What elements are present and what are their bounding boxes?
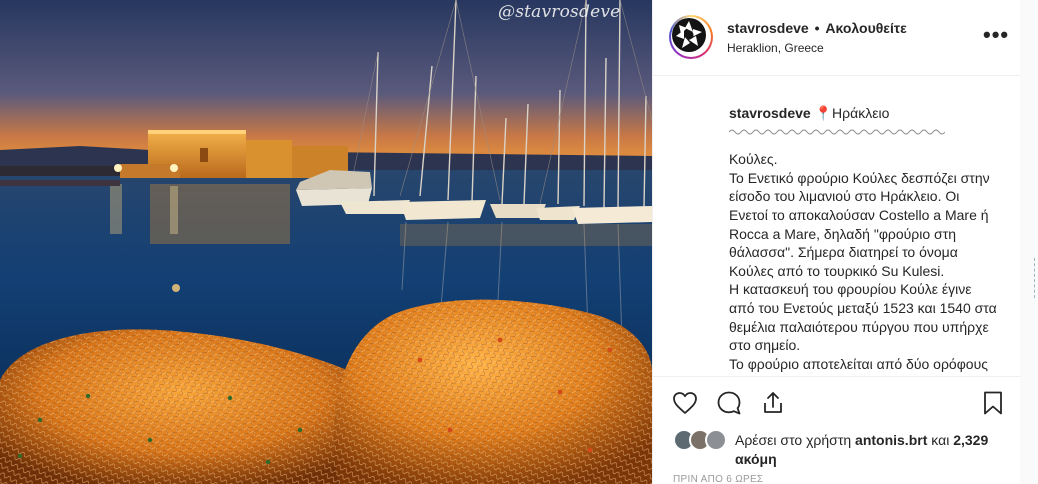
more-options-icon[interactable]: •••	[983, 24, 1009, 46]
caption-line: Κούλες.	[729, 151, 778, 168]
caption-line: Η κατασκευή του φρουρίου Κούλε έγινε από…	[729, 281, 997, 354]
post-header: stavrosdeve • Ακολουθείτε Heraklion, Gre…	[653, 0, 1021, 76]
likes-conjunction: και	[931, 432, 950, 448]
caption-place: Ηράκλειο	[832, 105, 890, 121]
caption-line: Το φρούριο αποτελείται από δύο ορόφους	[729, 355, 988, 372]
comment-icon[interactable]	[715, 389, 743, 417]
post-side-panel: stavrosdeve • Ακολουθείτε Heraklion, Gre…	[652, 0, 1021, 484]
share-icon[interactable]	[759, 389, 787, 417]
caption-header: stavrosdeve 📍Ηράκλειο	[729, 104, 997, 123]
caption-username-link[interactable]: stavrosdeve	[729, 105, 811, 121]
wavy-divider	[729, 129, 946, 135]
bookmark-icon[interactable]	[979, 389, 1007, 417]
header-separator: •	[814, 20, 820, 36]
following-button[interactable]: Ακολουθείτε	[825, 20, 906, 36]
post-actions: Αρέσει στο χρήστη antonis.brt και 2,329 …	[653, 376, 1021, 484]
photo-watermark: @stavrosdeve	[498, 2, 621, 22]
camera-shutter-icon	[672, 18, 706, 52]
caption-body: Κούλες. Το Ενετικό φρούριο Κούλες δεσπόζ…	[729, 150, 997, 373]
map-pin-icon: 📍	[814, 105, 833, 121]
header-user-line: stavrosdeve • Ακολουθείτε	[727, 20, 907, 36]
likes-text: Αρέσει στο χρήστη antonis.brt και 2,329 …	[735, 431, 1005, 469]
caption-line: Το Ενετικό φρούριο Κούλες δεσπόζει στην …	[729, 169, 990, 279]
fishing-net-right	[334, 299, 652, 484]
location-link[interactable]: Heraklion, Greece	[727, 41, 824, 55]
liker-username-link[interactable]: antonis.brt	[855, 432, 927, 448]
harbour-scene	[0, 0, 652, 484]
post-timestamp[interactable]: ΠΡΙΝ ΑΠΟ 6 ΩΡΕΣ	[673, 474, 763, 484]
header-username-link[interactable]: stavrosdeve	[727, 20, 809, 36]
scroll-marker	[1034, 258, 1038, 298]
liker-avatars	[673, 429, 733, 453]
post-photo[interactable]: @stavrosdeve	[0, 0, 652, 484]
page-edge	[1020, 0, 1038, 484]
post-caption: stavrosdeve 📍Ηράκλειο Κούλες. Το Ενετικό…	[729, 104, 997, 374]
heart-icon[interactable]	[671, 389, 699, 417]
avatar[interactable]	[705, 429, 727, 451]
avatar[interactable]	[669, 15, 713, 59]
likes-prefix: Αρέσει στο χρήστη	[735, 432, 852, 448]
